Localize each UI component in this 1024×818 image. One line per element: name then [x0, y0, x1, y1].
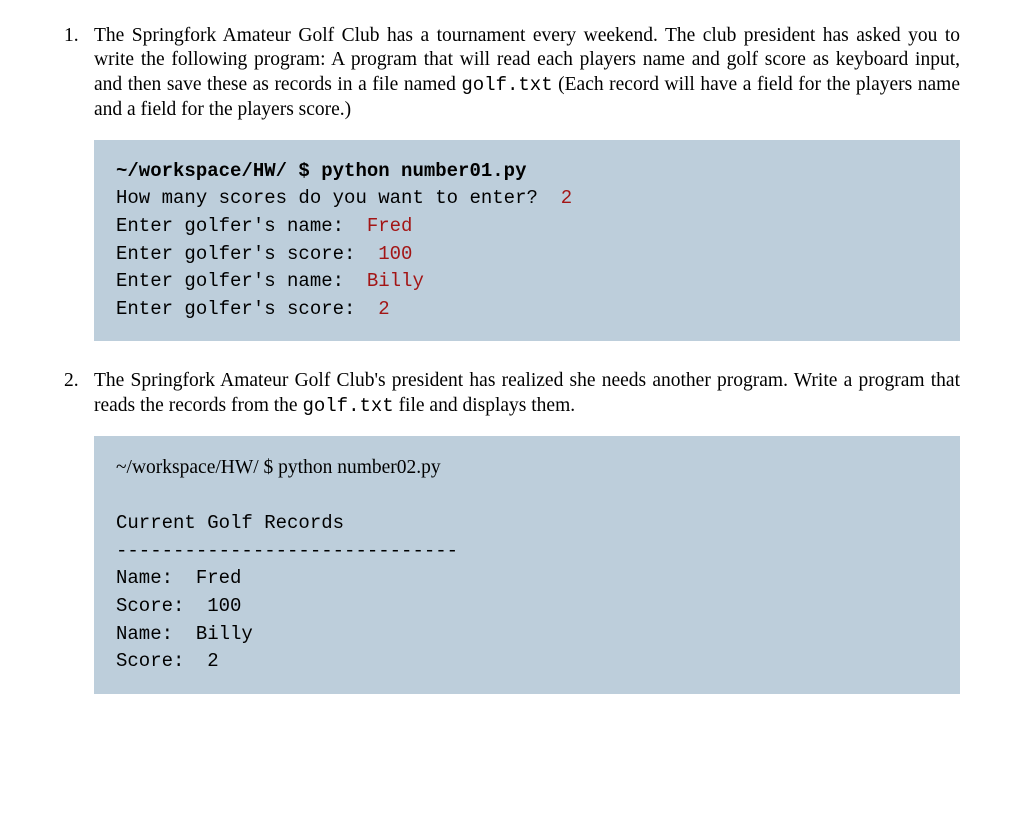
code1-line1-input: 2	[561, 187, 572, 209]
code1-line5-input: 2	[378, 298, 389, 320]
code1-prompt-path: ~/workspace/HW/ $	[116, 160, 321, 182]
question-2-code-token: golf.txt	[302, 395, 393, 417]
code1-line1-prompt: How many scores do you want to enter?	[116, 187, 561, 209]
question-2-text-post: file and displays them.	[394, 395, 575, 416]
code1-line4-prompt: Enter golfer's name:	[116, 270, 367, 292]
code1-line3-input: 100	[378, 243, 412, 265]
question-2-body: The Springfork Amateur Golf Club's presi…	[94, 369, 960, 418]
code2-header: Current Golf Records	[116, 512, 344, 534]
page: 1. The Springfork Amateur Golf Club has …	[0, 0, 1024, 818]
code2-rule: ------------------------------	[116, 540, 458, 562]
code2-prompt-cmd: python number02.py	[278, 457, 440, 478]
question-2-number: 2.	[64, 369, 94, 418]
code2-name-2: Name: Billy	[116, 623, 253, 645]
code1-line3-prompt: Enter golfer's score:	[116, 243, 378, 265]
question-1-code-token: golf.txt	[461, 74, 552, 96]
question-1-body: The Springfork Amateur Golf Club has a t…	[94, 24, 960, 122]
code-block-1: ~/workspace/HW/ $ python number01.py How…	[94, 140, 960, 341]
code1-line2-prompt: Enter golfer's name:	[116, 215, 367, 237]
code-block-2: ~/workspace/HW/ $ python number02.py Cur…	[94, 436, 960, 693]
code1-line2-input: Fred	[367, 215, 413, 237]
code2-prompt-path: ~/workspace/HW/ $	[116, 457, 278, 478]
code2-score-1: Score: 100	[116, 595, 241, 617]
code2-score-2: Score: 2	[116, 650, 219, 672]
question-1-number: 1.	[64, 24, 94, 122]
code1-line4-input: Billy	[367, 270, 424, 292]
code2-name-1: Name: Fred	[116, 567, 241, 589]
code1-prompt-cmd: python number01.py	[321, 160, 526, 182]
code1-line5-prompt: Enter golfer's score:	[116, 298, 378, 320]
question-2: 2. The Springfork Amateur Golf Club's pr…	[64, 369, 960, 418]
question-1: 1. The Springfork Amateur Golf Club has …	[64, 24, 960, 122]
